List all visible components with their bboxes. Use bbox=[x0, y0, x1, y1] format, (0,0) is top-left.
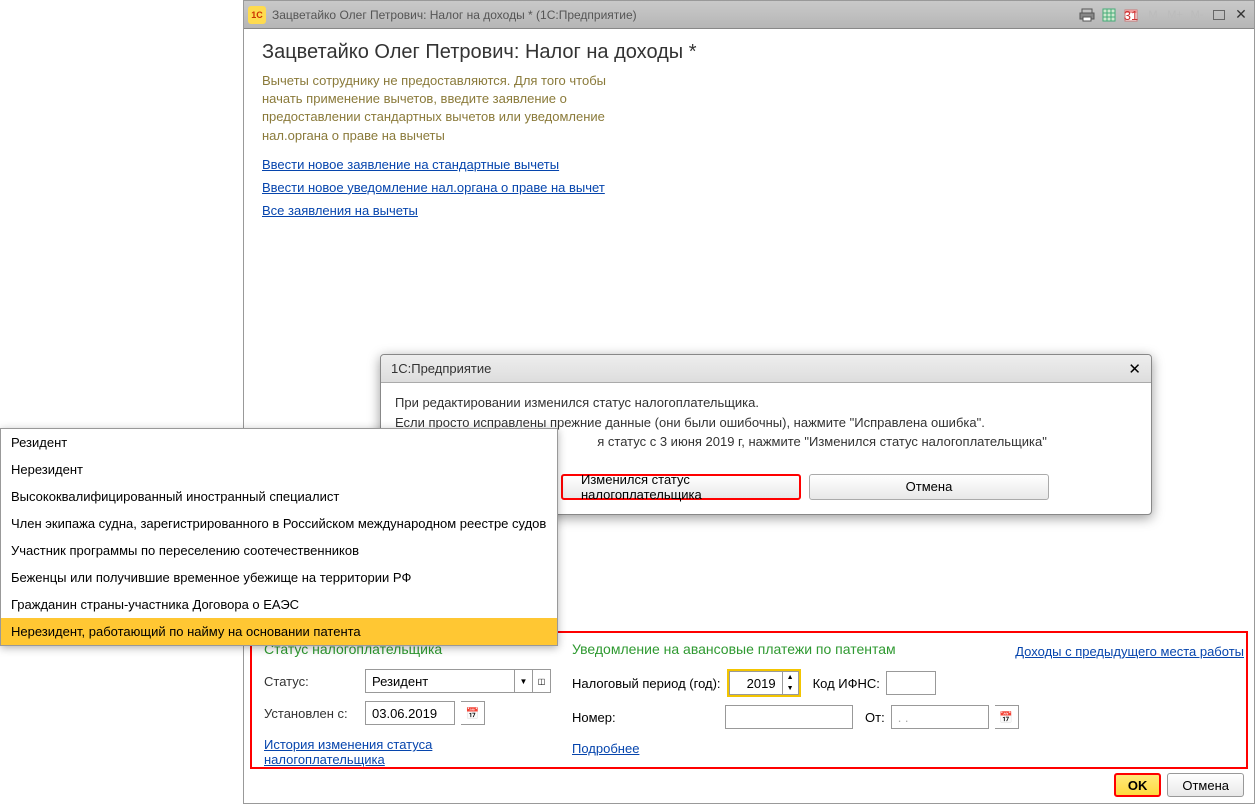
link-all-deductions[interactable]: Все заявления на вычеты bbox=[262, 203, 418, 218]
cancel-button[interactable]: Отмена bbox=[1167, 773, 1244, 797]
grid-icon[interactable] bbox=[1100, 6, 1118, 24]
dropdown-item[interactable]: Резидент bbox=[1, 429, 557, 456]
dialog-text-1: При редактировании изменился статус нало… bbox=[395, 393, 1137, 413]
dialog-close-icon[interactable]: ✕ bbox=[1128, 360, 1141, 378]
status-dropdown-list[interactable]: РезидентНерезидентВысококвалифицированны… bbox=[0, 428, 558, 646]
ot-label: От: bbox=[865, 710, 885, 725]
status-open-icon[interactable]: ◫ bbox=[533, 669, 551, 693]
date-picker-icon[interactable]: 📅 bbox=[461, 701, 485, 725]
maximize-icon[interactable] bbox=[1210, 6, 1228, 24]
close-icon[interactable]: ✕ bbox=[1232, 6, 1250, 24]
dialog-button-status-changed[interactable]: Изменился статус налогоплательщика bbox=[561, 474, 801, 500]
footer-buttons: OK Отмена bbox=[1114, 773, 1244, 797]
dropdown-item[interactable]: Нерезидент bbox=[1, 456, 557, 483]
dropdown-item[interactable]: Член экипажа судна, зарегистрированного … bbox=[1, 510, 557, 537]
year-spinner[interactable]: 2019 ▲ ▼ bbox=[727, 669, 801, 697]
content-area: Зацветайко Олег Петрович: Налог на доход… bbox=[244, 29, 1254, 234]
dialog-title: 1С:Предприятие bbox=[391, 361, 1128, 376]
link-new-tax-notice[interactable]: Ввести новое уведомление нал.органа о пр… bbox=[262, 180, 605, 195]
calendar-icon[interactable]: 31 bbox=[1122, 6, 1140, 24]
link-more[interactable]: Подробнее bbox=[572, 741, 1234, 756]
m-icon[interactable]: M bbox=[1144, 6, 1162, 24]
status-value[interactable]: Резидент bbox=[365, 669, 515, 693]
window-title: Зацветайко Олег Петрович: Налог на доход… bbox=[272, 8, 1078, 22]
notice-panel-title: Уведомление на авансовые платежи по пате… bbox=[572, 641, 1234, 657]
ot-date-picker-icon[interactable]: 📅 bbox=[995, 705, 1019, 729]
info-text: Вычеты сотруднику не предоставляются. Дл… bbox=[262, 72, 632, 145]
link-new-standard-deduction[interactable]: Ввести новое заявление на стандартные вы… bbox=[262, 157, 559, 172]
status-dropdown-icon[interactable]: ▼ bbox=[515, 669, 533, 693]
tax-period-label: Налоговый период (год): bbox=[572, 676, 721, 691]
ifns-label: Код ИФНС: bbox=[813, 676, 880, 691]
dropdown-item[interactable]: Высококвалифицированный иностранный спец… bbox=[1, 483, 557, 510]
ok-button[interactable]: OK bbox=[1114, 773, 1162, 797]
titlebar: 1C Зацветайко Олег Петрович: Налог на до… bbox=[244, 1, 1254, 29]
print-icon[interactable] bbox=[1078, 6, 1096, 24]
number-input[interactable] bbox=[725, 705, 853, 729]
status-combo[interactable]: Резидент ▼ ◫ bbox=[365, 669, 551, 693]
dropdown-item[interactable]: Нерезидент, работающий по найму на основ… bbox=[1, 618, 557, 645]
dialog-button-cancel[interactable]: Отмена bbox=[809, 474, 1049, 500]
ot-date-input[interactable]: . . bbox=[891, 705, 989, 729]
number-label: Номер: bbox=[572, 710, 719, 725]
m-minus-icon[interactable]: M- bbox=[1188, 6, 1206, 24]
svg-text:31: 31 bbox=[1124, 8, 1138, 22]
date-from-label: Установлен с: bbox=[264, 706, 359, 721]
m-plus-icon[interactable]: M+ bbox=[1166, 6, 1184, 24]
date-from-input[interactable]: 03.06.2019 bbox=[365, 701, 455, 725]
year-down-icon[interactable]: ▼ bbox=[783, 683, 798, 694]
page-title: Зацветайко Олег Петрович: Налог на доход… bbox=[262, 41, 1236, 64]
year-up-icon[interactable]: ▲ bbox=[783, 672, 798, 683]
dropdown-item[interactable]: Гражданин страны-участника Договора о ЕА… bbox=[1, 591, 557, 618]
app-logo-icon: 1C bbox=[248, 6, 266, 24]
status-panel: Статус налогоплательщика Статус: Резиден… bbox=[250, 631, 1248, 769]
link-status-history[interactable]: История изменения статуса налогоплательщ… bbox=[264, 737, 554, 767]
dropdown-item[interactable]: Беженцы или получившие временное убежище… bbox=[1, 564, 557, 591]
year-value[interactable]: 2019 bbox=[729, 671, 783, 695]
dropdown-item[interactable]: Участник программы по переселению соотеч… bbox=[1, 537, 557, 564]
status-label: Статус: bbox=[264, 674, 359, 689]
ifns-input[interactable] bbox=[886, 671, 936, 695]
